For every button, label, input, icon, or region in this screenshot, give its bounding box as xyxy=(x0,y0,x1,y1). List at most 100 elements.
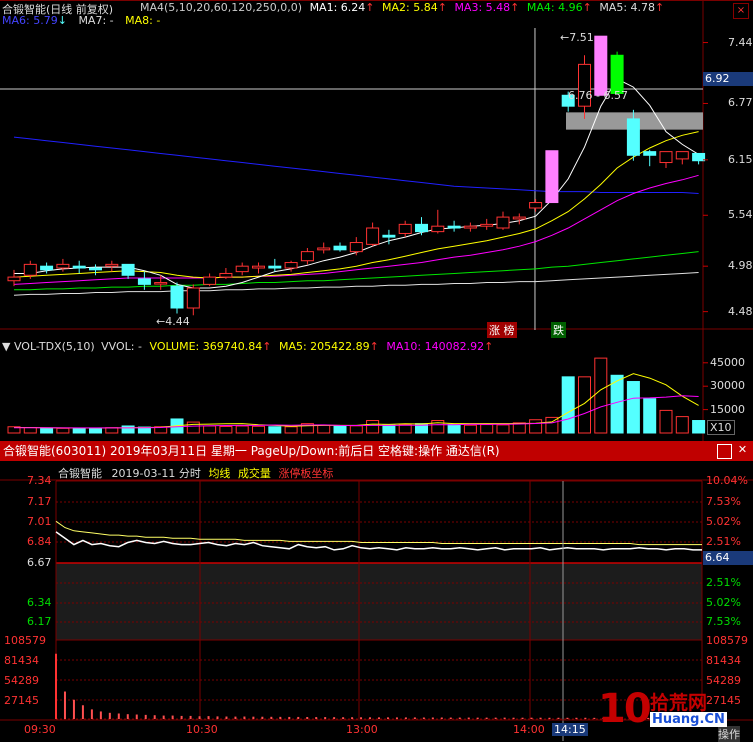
candle-body xyxy=(219,272,233,278)
candle-body xyxy=(40,265,54,271)
intraday-price-label: 7.17 xyxy=(27,495,52,508)
candle-body xyxy=(300,251,314,262)
site-watermark: 10 拾荒网 Huang.CN xyxy=(598,686,727,732)
volume-bar xyxy=(72,427,86,434)
volume-bar xyxy=(7,426,21,434)
kline-low-label: ←4.44 xyxy=(156,315,190,328)
intraday-pct-label: 7.53% xyxy=(706,495,741,508)
time-axis-label: 09:30 xyxy=(24,723,56,736)
kline-close-icon[interactable]: × xyxy=(733,3,749,19)
time-axis-label: 13:00 xyxy=(346,723,378,736)
candle-body xyxy=(284,262,298,269)
time-axis-label: 10:30 xyxy=(186,723,218,736)
candle-body xyxy=(366,227,380,245)
maximize-icon[interactable] xyxy=(717,444,732,459)
candle-body xyxy=(137,278,151,285)
intraday-pct-label: 7.53% xyxy=(706,615,741,628)
vol-ma10-line xyxy=(14,395,699,429)
kline-axis-label: 6.77 xyxy=(728,96,753,110)
candle-body xyxy=(382,234,396,238)
kline-ma5-line xyxy=(13,272,699,296)
kline-ma-legend-2: MA6: 5.79↓ MA7: - MA8: - xyxy=(2,14,161,27)
candle-body xyxy=(23,263,37,276)
volume-bar xyxy=(480,424,494,434)
candle-body xyxy=(415,223,428,233)
time-axis-label: 14:15 xyxy=(552,723,588,736)
close-icon[interactable]: ✕ xyxy=(736,443,749,456)
kline-chart[interactable] xyxy=(0,0,753,330)
vol-legend: ▼ VOL-TDX(5,10) VVOL: - VOLUME: 369740.8… xyxy=(2,340,494,353)
volume-bar xyxy=(382,424,396,434)
kline-axis-label: 4.98 xyxy=(728,259,753,273)
candle-body xyxy=(463,225,477,229)
volume-bar xyxy=(594,357,608,434)
zt-marker: 涨 榜 xyxy=(487,322,517,338)
candle-body xyxy=(626,118,640,156)
kline-axis-label: 4.48 xyxy=(728,304,753,318)
intraday-title-bar[interactable]: 合锻智能(603011) 2019年03月11日 星期一 PageUp/Down… xyxy=(0,441,753,461)
kline-axis-label: 6.15 xyxy=(728,152,753,166)
volume-bar xyxy=(40,427,54,434)
volume-bar xyxy=(545,416,559,434)
volume-bar xyxy=(89,427,102,434)
vol-axis-label: 15000 xyxy=(710,402,745,416)
candle-body xyxy=(643,151,657,156)
intraday-pct-label: 2.51% xyxy=(706,535,741,548)
intraday-price-label: 7.01 xyxy=(27,515,52,528)
volume-bar xyxy=(235,425,249,434)
kline-ma4-line xyxy=(14,251,699,291)
candle-body xyxy=(496,216,510,229)
window-title: 合锻智能(603011) 2019年03月11日 星期一 PageUp/Down… xyxy=(3,444,500,458)
volume-bar xyxy=(23,427,37,434)
intraday-pct-label: 10.04% xyxy=(706,474,748,487)
volume-bar xyxy=(154,426,168,434)
volume-bar xyxy=(398,423,412,434)
volume-bar xyxy=(170,418,184,434)
volume-bar xyxy=(529,419,543,434)
candle-body xyxy=(594,35,608,96)
volume-bar xyxy=(496,424,510,434)
candle-body xyxy=(235,265,249,273)
volume-bar xyxy=(447,423,461,434)
candle-body xyxy=(545,150,559,204)
volume-bar xyxy=(186,421,200,434)
intraday-price-label: 6.84 xyxy=(27,535,52,548)
volume-bar xyxy=(105,427,119,434)
candle-body xyxy=(349,242,363,253)
kline-ma3-line xyxy=(13,174,699,285)
volume-bar xyxy=(659,409,673,434)
kline-ma-legend: MA4(5,10,20,60,120,250,0,0) MA1: 6.24↑ M… xyxy=(140,1,665,14)
candle-body xyxy=(512,216,526,220)
intraday-price-line xyxy=(55,531,702,551)
candle-body xyxy=(121,263,135,276)
candle-body xyxy=(480,223,494,227)
candle-body xyxy=(529,202,543,209)
intraday-prevclose-marker: 6.64 xyxy=(703,551,753,565)
volume-bar xyxy=(610,374,624,434)
intraday-vol-label-right: 108579 xyxy=(706,634,748,647)
volume-bar xyxy=(675,416,689,434)
candle-body xyxy=(659,151,673,164)
candle-body xyxy=(154,282,168,285)
volume-bar xyxy=(512,422,526,434)
intraday-vol-label: 54289 xyxy=(4,674,39,687)
candle-body xyxy=(252,265,265,269)
volume-bar xyxy=(137,426,151,434)
kline-high-label: ←7.51 xyxy=(560,31,594,44)
candle-body xyxy=(268,265,282,269)
intraday-vol-label: 81434 xyxy=(4,654,39,667)
volume-bar xyxy=(268,426,282,434)
kline-ma1-line xyxy=(14,78,699,289)
volume-bar xyxy=(252,425,265,434)
kline-axis-label: 5.54 xyxy=(728,208,753,222)
kline-current-price-marker: 6.92 xyxy=(703,72,753,86)
intraday-price-label: 6.17 xyxy=(27,615,52,628)
intraday-pct-label: 5.02% xyxy=(706,515,741,528)
kline-ma2-line xyxy=(13,131,699,279)
candle-body xyxy=(56,263,70,269)
dt-marker: 跌 xyxy=(551,322,566,338)
candle-body xyxy=(186,287,200,309)
candle-body xyxy=(170,285,184,309)
volume-bar xyxy=(366,420,380,434)
time-axis-label: 14:00 xyxy=(513,723,545,736)
